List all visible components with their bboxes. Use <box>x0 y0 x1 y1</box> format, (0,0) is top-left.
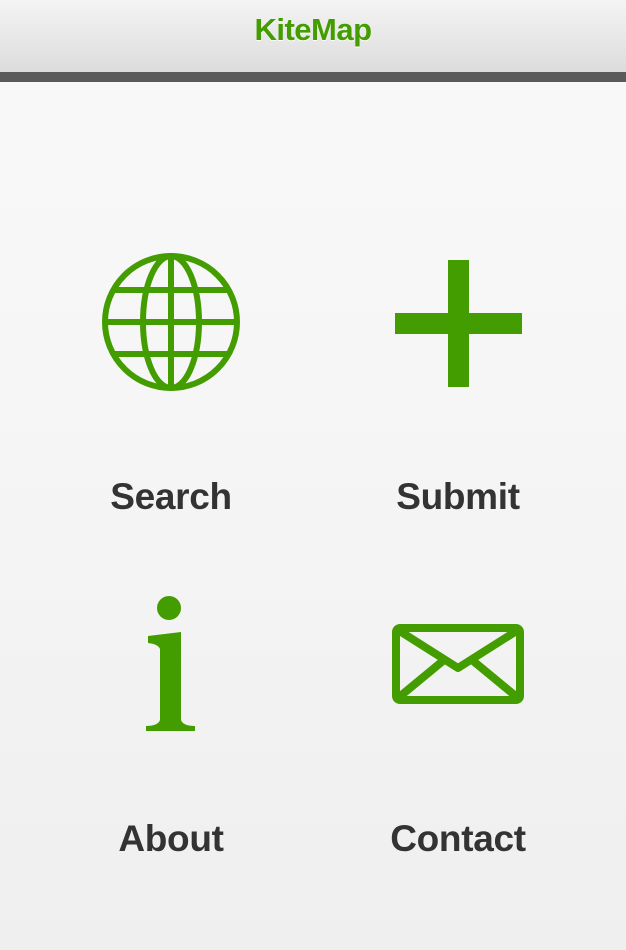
globe-icon <box>102 253 240 391</box>
about-label: About <box>118 818 224 859</box>
envelope-icon <box>392 624 524 704</box>
info-icon <box>146 596 195 731</box>
app-header: KiteMap <box>0 0 626 72</box>
search-label: Search <box>110 476 232 517</box>
contact-button[interactable]: Contact <box>338 594 578 860</box>
app-title: KiteMap <box>254 12 372 47</box>
submit-button[interactable]: Submit <box>338 252 578 518</box>
about-button[interactable]: About <box>51 594 291 860</box>
submit-label: Submit <box>396 476 520 517</box>
header-divider <box>0 72 626 82</box>
plus-icon <box>395 260 522 387</box>
contact-label: Contact <box>390 818 526 859</box>
search-button[interactable]: Search <box>51 252 291 518</box>
